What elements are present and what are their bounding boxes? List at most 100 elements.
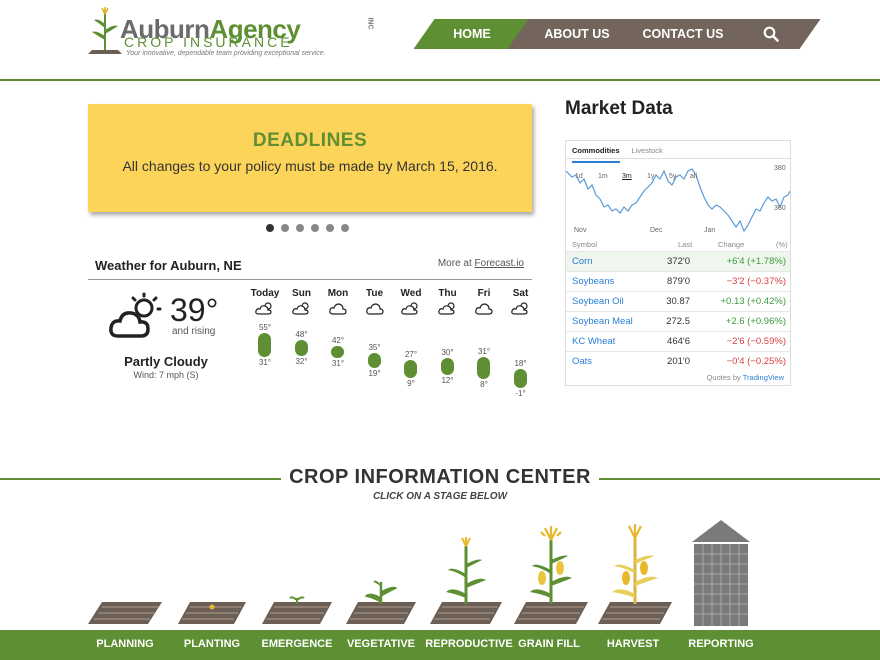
carousel-dot[interactable] <box>296 224 304 232</box>
forecast-day-name: Today <box>250 288 280 299</box>
forecast-day: Sun 48° 32° <box>285 288 319 366</box>
stage-label-planting[interactable]: PLANTING <box>167 638 257 650</box>
stage-label-reproductive[interactable]: REPRODUCTIVE <box>424 638 514 650</box>
temperature-trend: and rising <box>172 326 216 337</box>
market-row[interactable]: Soybean Oil 30.87 +0.13 (+0.42%) <box>566 291 790 311</box>
logo-subtitle: CROP INSURANCE <box>124 34 293 50</box>
range-3m[interactable]: 3m <box>622 173 632 180</box>
logo-inc: INC <box>366 17 374 30</box>
logo[interactable]: AuburnAgency INC CROP INSURANCE Your inn… <box>88 6 374 58</box>
emergence-stage-icon[interactable] <box>262 594 332 628</box>
market-change: +0.13 (+0.42%) <box>720 296 787 307</box>
market-symbol[interactable]: Corn <box>572 252 593 272</box>
market-title: Market Data <box>565 98 673 119</box>
reproductive-stage-icon[interactable] <box>430 536 502 628</box>
nav-search-button[interactable] <box>721 19 821 49</box>
market-row[interactable]: Soybeans 879'0 −3'2 (−0.37%) <box>566 271 790 291</box>
range-1y[interactable]: 1y <box>647 173 654 180</box>
stage-label-reporting[interactable]: REPORTING <box>676 638 766 650</box>
market-last: 464'6 <box>667 336 690 347</box>
forecast-low: 19° <box>368 369 381 379</box>
market-last: 879'0 <box>667 276 690 287</box>
carousel-dot[interactable] <box>281 224 289 232</box>
stage-label-vegetative[interactable]: VEGETATIVE <box>336 638 426 650</box>
main-nav: HOME ABOUT US CONTACT US <box>413 19 821 49</box>
header-divider <box>0 79 880 81</box>
forecast-day: Tue 35° 19° <box>358 288 392 378</box>
harvest-stage-icon[interactable] <box>598 524 672 628</box>
forecast-low: 8° <box>480 380 488 390</box>
banner-text: All changes to your policy must be made … <box>122 158 498 174</box>
temperature-range-bar <box>404 360 417 379</box>
forecast-high: 18° <box>514 359 527 369</box>
planning-stage-icon[interactable] <box>88 598 162 628</box>
forecast-day-name: Tue <box>365 288 384 299</box>
market-widget: Commodities Livestock 1d 1m 3m 1y 5y all… <box>565 140 791 386</box>
partly-cloudy-icon <box>510 302 528 315</box>
x-tick: Nov <box>574 227 587 234</box>
current-summary: Partly Cloudy <box>124 354 208 369</box>
market-change: +2.6 (+0.96%) <box>725 316 786 327</box>
cloudy-icon <box>475 303 493 315</box>
grain-fill-stage-icon[interactable] <box>514 526 588 628</box>
forecast-low: 31° <box>331 358 345 368</box>
forecast-day-name: Wed <box>400 288 422 299</box>
cloudy-icon <box>329 303 347 315</box>
forecast-day: Wed 27° 9° <box>394 288 428 388</box>
carousel-dot[interactable] <box>341 224 349 232</box>
stage-label-planning[interactable]: PLANNING <box>80 638 170 650</box>
market-symbol[interactable]: Soybeans <box>572 272 614 292</box>
tradingview-link[interactable]: TradingView <box>743 373 784 382</box>
range-1d[interactable]: 1d <box>575 173 583 180</box>
market-symbol[interactable]: Soybean Meal <box>572 312 633 332</box>
market-change: +6'4 (+1.78%) <box>726 256 786 267</box>
crop-center-title: CROP INFORMATION CENTER <box>0 466 880 489</box>
forecast-high: 42° <box>331 335 345 345</box>
grain-silo-icon[interactable] <box>690 520 752 628</box>
range-1m[interactable]: 1m <box>598 173 608 180</box>
market-symbol[interactable]: Soybean Oil <box>572 292 624 312</box>
carousel-dots <box>266 224 349 232</box>
weather-widget: Weather for Auburn, NE More at Forecast.… <box>88 254 532 414</box>
forecast-day: Sat 18° -1° <box>504 288 538 398</box>
range-all[interactable]: all <box>690 173 697 180</box>
tab-livestock[interactable]: Livestock <box>632 146 663 158</box>
forecast-low: 9° <box>407 379 415 389</box>
vegetative-stage-icon[interactable] <box>346 576 416 628</box>
planting-stage-icon[interactable] <box>178 598 246 628</box>
forecast-low: 32° <box>295 356 308 366</box>
stage-label-emergence[interactable]: EMERGENCE <box>252 638 342 650</box>
market-change: −3'2 (−0.37%) <box>726 276 786 287</box>
nav-home[interactable]: HOME <box>413 19 531 49</box>
stage-label-grain-fill[interactable]: GRAIN FILL <box>504 638 594 650</box>
carousel-dot[interactable] <box>326 224 334 232</box>
carousel-dot[interactable] <box>266 224 274 232</box>
banner-title: DEADLINES <box>252 130 368 151</box>
forecast-high: 48° <box>295 329 308 339</box>
market-symbol[interactable]: Oats <box>572 352 592 372</box>
x-tick: Jan <box>704 227 716 234</box>
temperature-range-bar <box>513 369 527 389</box>
market-change: −2'6 (−0.59%) <box>726 336 786 347</box>
market-row[interactable]: Oats 201'0 −0'4 (−0.25%) <box>566 351 790 371</box>
crop-stages <box>0 510 880 628</box>
carousel-dot[interactable] <box>311 224 319 232</box>
temperature-range-bar <box>331 345 344 358</box>
current-wind: Wind: 7 mph (S) <box>133 370 199 380</box>
weather-more: More at Forecast.io <box>437 258 524 269</box>
stage-labels-bar: PLANNING PLANTING EMERGENCE VEGETATIVE R… <box>0 630 880 660</box>
market-last: 272.5 <box>666 316 690 327</box>
deadline-banner: DEADLINES All changes to your policy mus… <box>88 104 532 212</box>
market-symbol[interactable]: KC Wheat <box>572 332 615 352</box>
temperature-range-bar <box>258 332 271 357</box>
forecast-low: 31° <box>258 357 272 367</box>
market-row[interactable]: Corn 372'0 +6'4 (+1.78%) <box>566 251 790 271</box>
forecast-day: Thu 30° 12° <box>431 288 465 385</box>
market-row[interactable]: Soybean Meal 272.5 +2.6 (+0.96%) <box>566 311 790 331</box>
forecast-high: 27° <box>404 350 418 360</box>
range-5y[interactable]: 5y <box>669 173 676 180</box>
partly-cloudy-icon <box>437 302 455 315</box>
market-row[interactable]: KC Wheat 464'6 −2'6 (−0.59%) <box>566 331 790 351</box>
forecast-link[interactable]: Forecast.io <box>475 258 524 269</box>
stage-label-harvest[interactable]: HARVEST <box>588 638 678 650</box>
